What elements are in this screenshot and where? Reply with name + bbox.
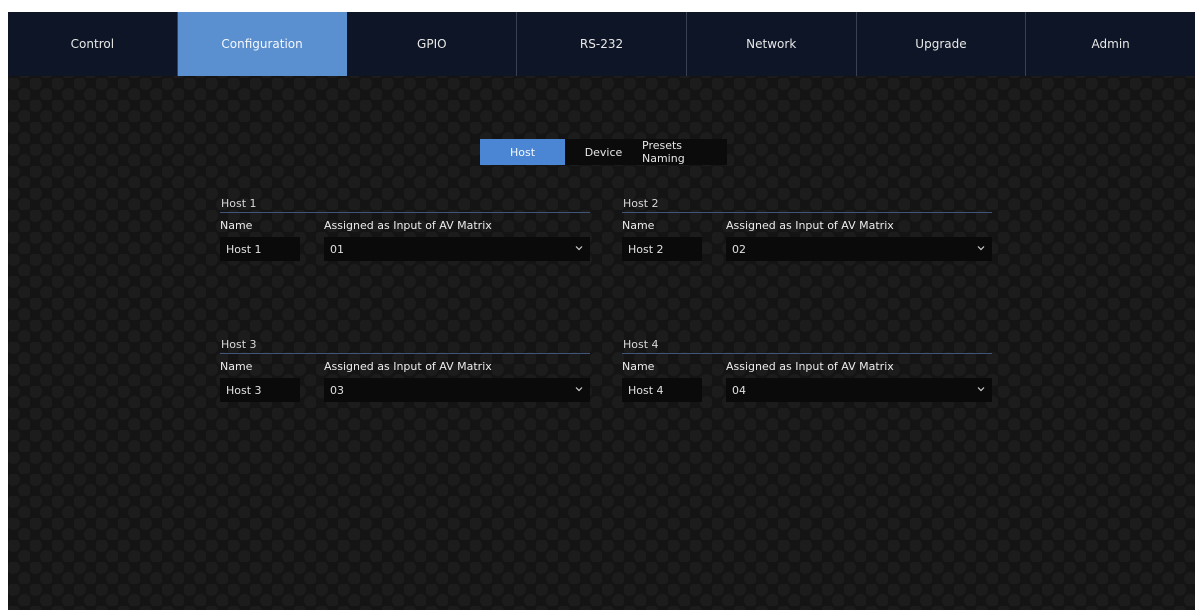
assigned-input-select[interactable]: 03 xyxy=(324,378,590,402)
assigned-input-label: Assigned as Input of AV Matrix xyxy=(726,360,894,373)
assigned-input-value: 01 xyxy=(330,242,344,256)
host-title: Host 3 xyxy=(220,337,590,354)
tab-network[interactable]: Network xyxy=(687,12,857,76)
host-name-field[interactable]: Host 3 xyxy=(220,378,300,402)
name-label: Name xyxy=(220,360,253,373)
chevron-down-icon xyxy=(977,246,985,251)
tab-configuration[interactable]: Configuration xyxy=(177,12,348,76)
chevron-down-icon xyxy=(575,246,583,251)
host-group-1: Host 1 Name Assigned as Input of AV Matr… xyxy=(220,196,590,261)
assigned-input-select[interactable]: 01 xyxy=(324,237,590,261)
tab-gpio[interactable]: GPIO xyxy=(347,12,518,76)
assigned-input-label: Assigned as Input of AV Matrix xyxy=(324,219,492,232)
assigned-input-value: 03 xyxy=(330,383,344,397)
assigned-input-value: 04 xyxy=(732,383,746,397)
tab-control[interactable]: Control xyxy=(8,12,178,76)
host-group-4: Host 4 Name Assigned as Input of AV Matr… xyxy=(622,337,992,402)
subtab-host[interactable]: Host xyxy=(480,139,565,165)
host-name-field[interactable]: Host 1 xyxy=(220,237,300,261)
subtab-device[interactable]: Device xyxy=(565,139,642,165)
host-field-labels: Name Assigned as Input of AV Matrix Host… xyxy=(220,354,590,402)
host-title: Host 4 xyxy=(622,337,992,354)
host-field-labels: Name Assigned as Input of AV Matrix Host… xyxy=(220,213,590,261)
assigned-input-label: Assigned as Input of AV Matrix xyxy=(324,360,492,373)
name-label: Name xyxy=(220,219,253,232)
assigned-input-value: 02 xyxy=(732,242,746,256)
name-label: Name xyxy=(622,219,655,232)
assigned-input-select[interactable]: 02 xyxy=(726,237,992,261)
tab-upgrade[interactable]: Upgrade xyxy=(857,12,1027,76)
name-label: Name xyxy=(622,360,655,373)
tab-rs232[interactable]: RS-232 xyxy=(517,12,687,76)
configuration-subtabs: Host Device Presets Naming xyxy=(480,139,727,165)
host-field-labels: Name Assigned as Input of AV Matrix Host… xyxy=(622,213,992,261)
assigned-input-label: Assigned as Input of AV Matrix xyxy=(726,219,894,232)
chevron-down-icon xyxy=(977,387,985,392)
host-title: Host 2 xyxy=(622,196,992,213)
host-group-3: Host 3 Name Assigned as Input of AV Matr… xyxy=(220,337,590,402)
assigned-input-select[interactable]: 04 xyxy=(726,378,992,402)
subtab-presets-naming[interactable]: Presets Naming xyxy=(642,139,727,165)
top-navigation: Control Configuration GPIO RS-232 Networ… xyxy=(8,12,1195,76)
app-frame: Control Configuration GPIO RS-232 Networ… xyxy=(8,12,1195,610)
host-group-2: Host 2 Name Assigned as Input of AV Matr… xyxy=(622,196,992,261)
host-name-field[interactable]: Host 4 xyxy=(622,378,702,402)
host-title: Host 1 xyxy=(220,196,590,213)
chevron-down-icon xyxy=(575,387,583,392)
host-name-field[interactable]: Host 2 xyxy=(622,237,702,261)
tab-admin[interactable]: Admin xyxy=(1026,12,1195,76)
host-field-labels: Name Assigned as Input of AV Matrix Host… xyxy=(622,354,992,402)
